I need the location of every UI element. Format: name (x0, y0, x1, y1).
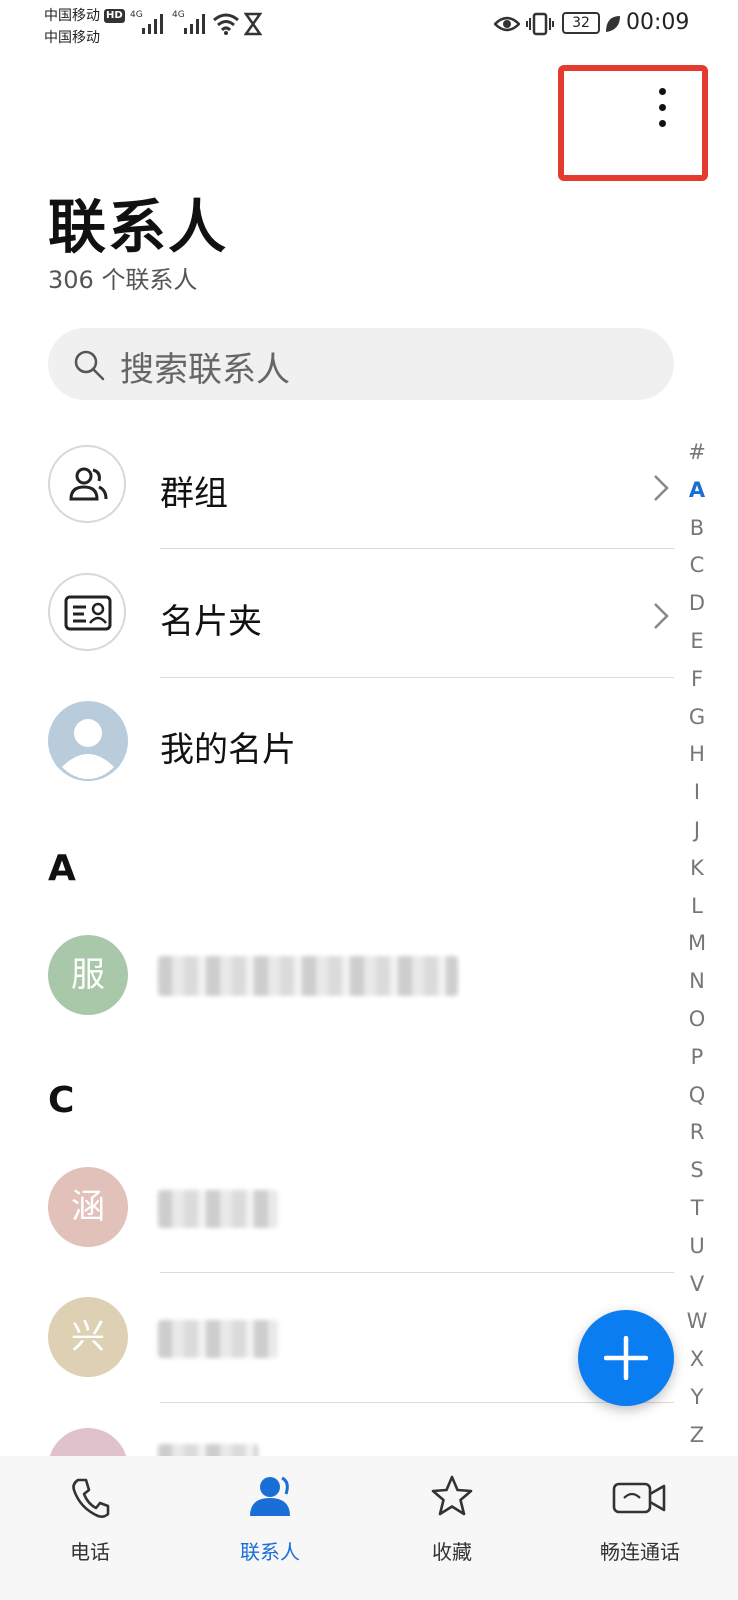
page-title: 联系人 (48, 193, 229, 261)
nav-favorites-label: 收藏 (432, 1540, 472, 1564)
index-letter[interactable]: D (682, 591, 712, 615)
hd-badge: HD (104, 9, 125, 23)
index-letter[interactable]: E (682, 629, 712, 653)
redacted-contact-name (158, 1320, 278, 1358)
search-icon (74, 350, 105, 381)
groups-row[interactable]: 群组 (40, 440, 680, 536)
index-letter[interactable]: Z (682, 1423, 712, 1447)
index-letter[interactable]: X (682, 1347, 712, 1371)
index-letter[interactable]: O (682, 1007, 712, 1031)
groups-icon (69, 467, 108, 501)
chevron-right-icon (654, 475, 669, 501)
business-cards-label: 名片夹 (160, 602, 262, 642)
contact-avatar: 涵 (48, 1167, 128, 1247)
bottom-navigation: 电话 联系人 收藏 畅连通话 (0, 1456, 738, 1600)
nav-meetime-label: 畅连通话 (600, 1540, 680, 1564)
contact-avatar-char: 兴 (71, 1317, 105, 1357)
index-letter[interactable]: T (682, 1196, 712, 1220)
index-letter[interactable]: # (682, 440, 712, 464)
signal-2-icon (184, 14, 205, 34)
business-cards-row[interactable]: 名片夹 (40, 568, 680, 664)
carrier-1-label: 中国移动 (44, 8, 100, 24)
index-letter[interactable]: R (682, 1120, 712, 1144)
my-card-row[interactable]: 我的名片 (40, 696, 680, 792)
groups-icon-circle (48, 445, 126, 523)
contact-avatar-char: 服 (71, 955, 105, 995)
redacted-contact-name (158, 956, 458, 996)
nav-phone[interactable]: 电话 (30, 1470, 150, 1570)
nav-contacts[interactable]: 联系人 (210, 1470, 330, 1570)
index-letter[interactable]: F (682, 667, 712, 691)
divider (160, 677, 674, 678)
clock: 00:09 (626, 10, 690, 35)
index-letter[interactable]: K (682, 856, 712, 880)
contact-count: 306 个联系人 (48, 266, 198, 294)
index-letter[interactable]: P (682, 1045, 712, 1069)
battery-indicator: 32 (562, 12, 600, 34)
video-call-icon (612, 1482, 666, 1514)
index-letter[interactable]: L (682, 894, 712, 918)
nav-favorites[interactable]: 收藏 (392, 1470, 512, 1570)
section-header-c: C (48, 1080, 75, 1121)
plus-icon (604, 1336, 648, 1380)
vibrate-icon (526, 12, 554, 36)
index-letter[interactable]: S (682, 1158, 712, 1182)
index-letter[interactable]: G (682, 705, 712, 729)
index-letter[interactable]: M (682, 931, 712, 955)
contact-row[interactable]: 服 (40, 930, 680, 1026)
index-letter[interactable]: B (682, 516, 712, 540)
carrier-2-label: 中国移动 (44, 30, 100, 46)
nav-phone-label: 电话 (70, 1540, 110, 1564)
nav-contacts-label: 联系人 (240, 1540, 300, 1564)
more-options-button[interactable] (640, 80, 686, 136)
star-icon (431, 1475, 473, 1516)
index-letter[interactable]: A (682, 478, 712, 502)
wifi-icon (213, 13, 239, 35)
chevron-right-icon (654, 603, 669, 629)
leaf-icon (606, 16, 620, 32)
redacted-contact-name (158, 1190, 278, 1228)
eye-icon (494, 16, 520, 32)
index-letter[interactable]: V (682, 1272, 712, 1296)
index-letter[interactable]: I (682, 780, 712, 804)
contact-avatar: 服 (48, 935, 128, 1015)
search-input[interactable]: 搜索联系人 (48, 328, 674, 400)
index-letter[interactable]: J (682, 818, 712, 842)
contact-avatar-char: 涵 (71, 1187, 105, 1227)
signal-1-icon (142, 14, 163, 34)
section-header-a: A (48, 848, 76, 889)
index-letter[interactable]: U (682, 1234, 712, 1258)
hourglass-icon (244, 12, 262, 36)
index-letter[interactable]: N (682, 969, 712, 993)
groups-label: 群组 (160, 474, 228, 514)
more-options-dot (659, 104, 666, 111)
divider (160, 548, 674, 549)
business-card-icon (64, 595, 112, 631)
more-options-dot (659, 120, 666, 127)
index-letter[interactable]: Q (682, 1083, 712, 1107)
more-options-icon (659, 88, 666, 95)
index-letter[interactable]: H (682, 742, 712, 766)
my-card-label: 我的名片 (160, 730, 296, 770)
divider (160, 1272, 674, 1273)
nav-meetime[interactable]: 畅连通话 (570, 1470, 710, 1570)
contact-row[interactable]: 涵 (40, 1162, 680, 1258)
my-card-avatar-icon (48, 701, 128, 781)
search-placeholder: 搜索联系人 (120, 350, 290, 390)
divider (160, 1402, 674, 1403)
index-letter[interactable]: Y (682, 1385, 712, 1409)
index-letter[interactable]: C (682, 553, 712, 577)
business-cards-icon-circle (48, 573, 126, 651)
phone-icon (72, 1478, 110, 1518)
contact-avatar: 兴 (48, 1297, 128, 1377)
contacts-icon (250, 1476, 290, 1516)
add-contact-button[interactable] (578, 1310, 674, 1406)
index-letter[interactable]: W (682, 1309, 712, 1333)
